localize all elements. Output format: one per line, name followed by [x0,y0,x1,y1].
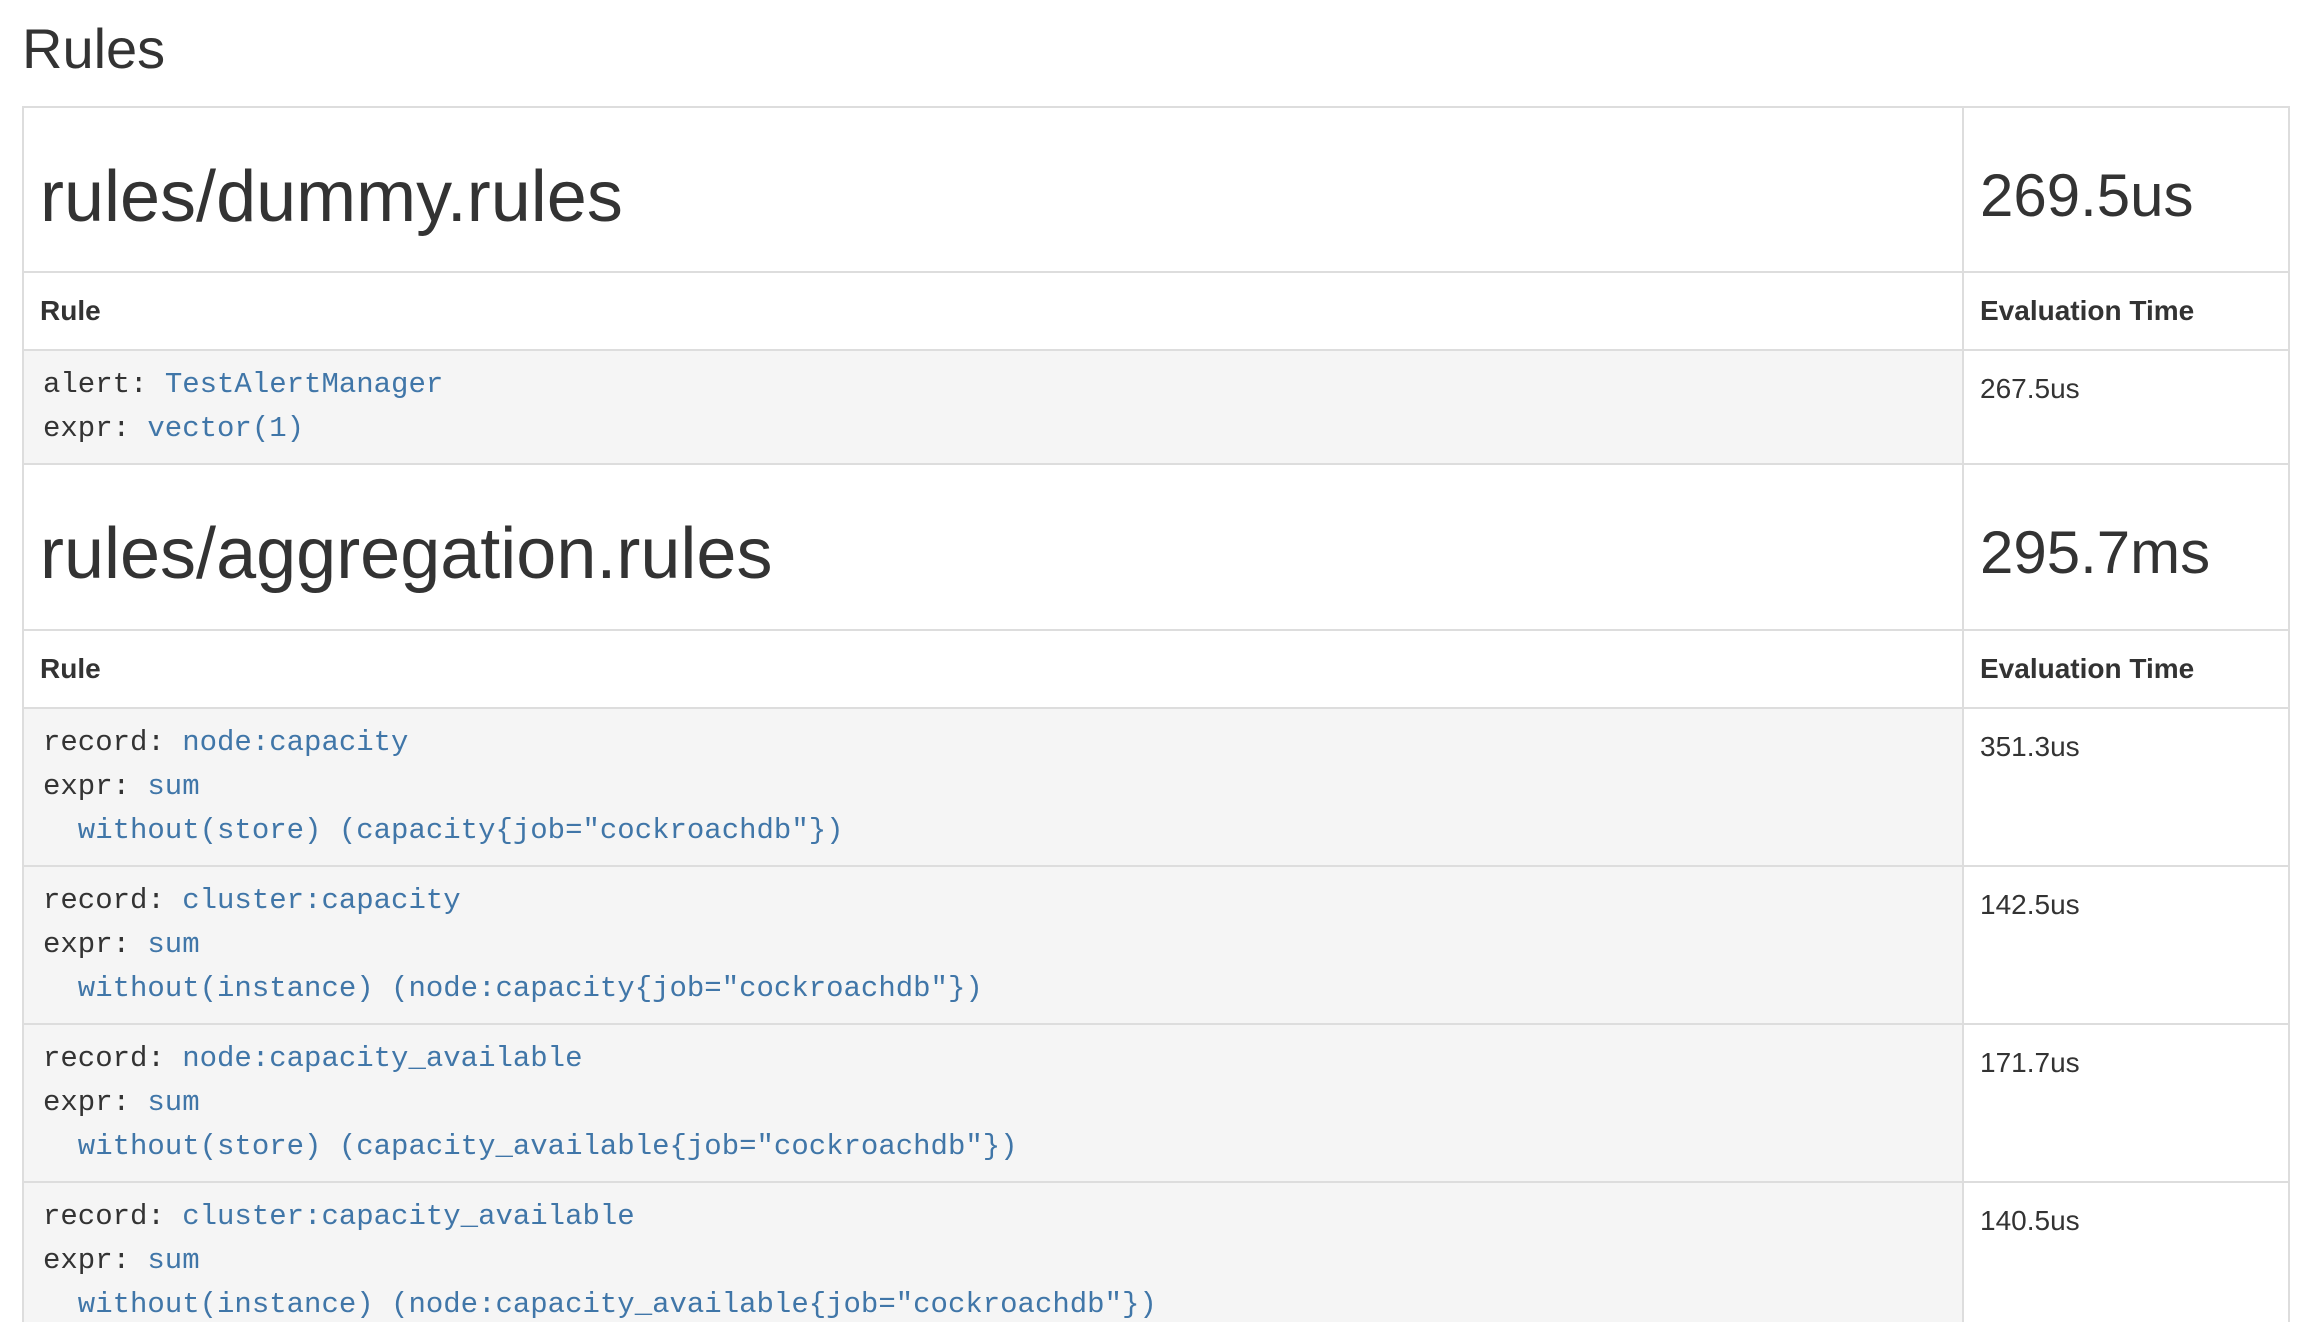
rule-evaluation-time: 171.7us [1963,1024,2289,1182]
rule-code-cell: alert: TestAlertManager expr: vector(1) [23,350,1963,464]
rule-code-cell: record: cluster:capacity expr:sum without… [23,866,1963,1024]
group-header-row: rules/dummy.rules 269.5us [23,107,2289,273]
group-file-name: rules/dummy.rules [40,160,1946,236]
expr-label: expr: [43,928,130,961]
group-total-cell: 269.5us [1963,107,2289,273]
alert-name-link[interactable]: TestAlertManager [165,368,443,401]
rule-row: record: cluster:capacity_available expr:s… [23,1182,2289,1322]
expr-label: expr: [43,770,130,803]
rule-kind-label: record: [43,1200,165,1233]
rule-code-cell: record: cluster:capacity_available expr:s… [23,1182,1963,1322]
rule-definition: alert: TestAlertManager expr: vector(1) [24,351,1962,463]
rule-kind-label: record: [43,726,165,759]
rule-definition: record: cluster:capacity_available expr:s… [24,1183,1962,1322]
page-title: Rules [22,18,2292,80]
rule-column-header: Rule [23,272,1963,350]
expr-label: expr: [43,1086,130,1119]
rule-code-cell: record: node:capacity expr:sum without(st… [23,708,1963,866]
record-name-link[interactable]: node:capacity_available [182,1042,582,1075]
rules-table: rules/dummy.rules 269.5us Rule Evaluatio… [22,106,2290,1322]
group-file-name: rules/aggregation.rules [40,517,1946,593]
expr-label: expr: [43,412,130,445]
column-header-row: Rule Evaluation Time [23,272,2289,350]
expr-link[interactable]: sum without(store) (capacity{job="cockro… [43,770,844,847]
rule-evaluation-time: 142.5us [1963,866,2289,1024]
expr-label: expr: [43,1244,130,1277]
rule-group: rules/aggregation.rules 295.7ms Rule Eva… [23,464,2289,1322]
group-total-cell: 295.7ms [1963,464,2289,630]
record-name-link[interactable]: node:capacity [182,726,408,759]
evaluation-time-column-header: Evaluation Time [1963,272,2289,350]
rule-definition: record: node:capacity_available expr:sum … [24,1025,1962,1181]
rule-group: rules/dummy.rules 269.5us Rule Evaluatio… [23,107,2289,465]
group-total-evaluation-time: 269.5us [1980,164,2272,227]
column-header-row: Rule Evaluation Time [23,630,2289,708]
expr-link[interactable]: sum without(instance) (node:capacity_ava… [43,1244,1157,1321]
expr-link[interactable]: vector(1) [147,412,304,445]
group-file-cell: rules/aggregation.rules [23,464,1963,630]
rule-evaluation-time: 267.5us [1963,350,2289,464]
expr-link[interactable]: sum without(store) (capacity_available{j… [43,1086,1018,1163]
rule-kind-label: record: [43,884,165,917]
group-header-row: rules/aggregation.rules 295.7ms [23,464,2289,630]
rule-column-header: Rule [23,630,1963,708]
rule-code-cell: record: node:capacity_available expr:sum … [23,1024,1963,1182]
rule-evaluation-time: 140.5us [1963,1182,2289,1322]
rule-definition: record: cluster:capacity expr:sum without… [24,867,1962,1023]
rule-row: alert: TestAlertManager expr: vector(1) 26… [23,350,2289,464]
rules-page: Rules rules/dummy.rules 269.5us Rule Eva… [0,18,2316,1322]
rule-definition: record: node:capacity expr:sum without(st… [24,709,1962,865]
record-name-link[interactable]: cluster:capacity [182,884,460,917]
group-total-evaluation-time: 295.7ms [1980,521,2272,584]
group-file-cell: rules/dummy.rules [23,107,1963,273]
rule-kind-label: alert: [43,368,147,401]
rule-row: record: node:capacity_available expr:sum … [23,1024,2289,1182]
record-name-link[interactable]: cluster:capacity_available [182,1200,634,1233]
rule-row: record: cluster:capacity expr:sum without… [23,866,2289,1024]
rule-row: record: node:capacity expr:sum without(st… [23,708,2289,866]
rule-evaluation-time: 351.3us [1963,708,2289,866]
expr-link[interactable]: sum without(instance) (node:capacity{job… [43,928,983,1005]
evaluation-time-column-header: Evaluation Time [1963,630,2289,708]
rule-kind-label: record: [43,1042,165,1075]
